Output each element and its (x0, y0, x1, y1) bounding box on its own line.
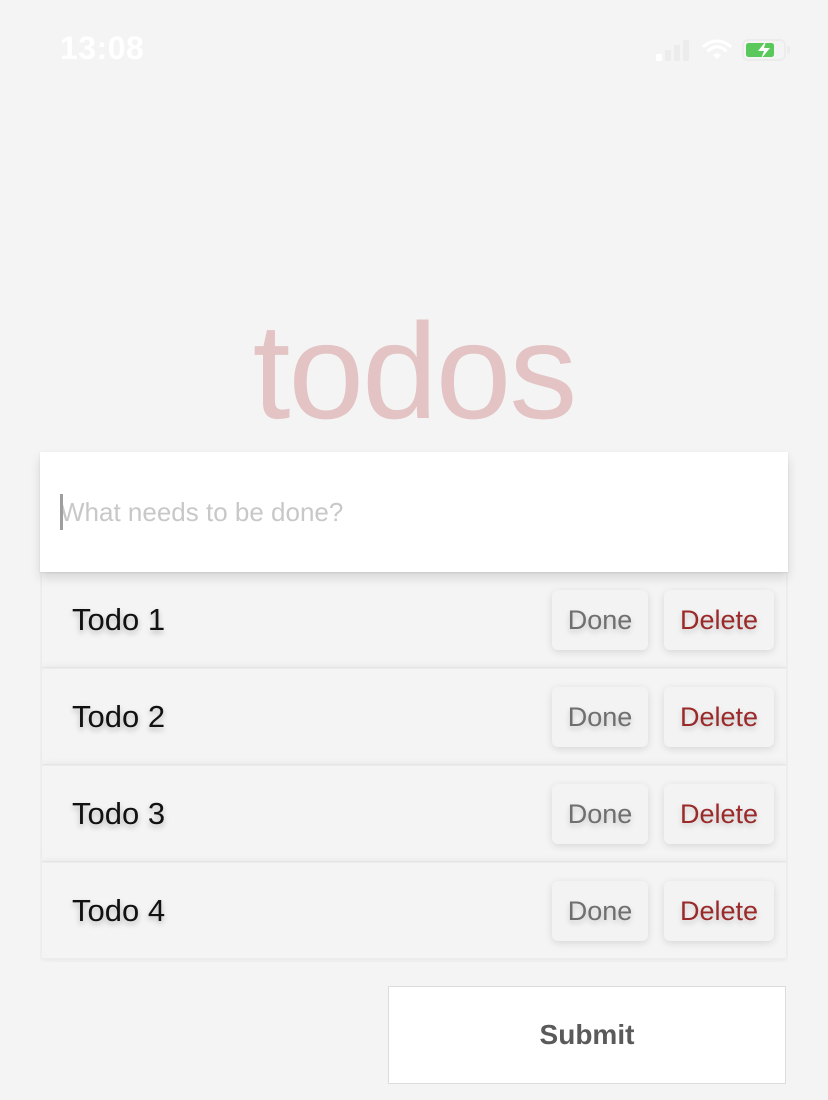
status-icons (656, 36, 792, 64)
todo-item: Todo 2 Done Delete (42, 668, 786, 765)
delete-button[interactable]: Delete (664, 590, 774, 650)
todo-label: Todo 2 (72, 699, 166, 734)
app-title: todos (252, 295, 578, 447)
status-time: 13:08 (60, 30, 145, 66)
todo-item: Todo 1 Done Delete (42, 572, 786, 668)
todo-list: Todo 1 Done Delete Todo 2 Done Delete To… (40, 572, 788, 962)
done-button[interactable]: Done (552, 590, 648, 650)
submit-button[interactable]: Submit (388, 986, 786, 1084)
done-button[interactable]: Done (552, 687, 648, 747)
text-caret (60, 494, 63, 530)
done-button[interactable]: Done (552, 881, 648, 941)
battery-charging-icon (742, 37, 792, 63)
todo-item: Todo 4 Done Delete (42, 862, 786, 959)
delete-button[interactable]: Delete (664, 881, 774, 941)
delete-button[interactable]: Delete (664, 687, 774, 747)
done-button[interactable]: Done (552, 784, 648, 844)
cellular-signal-icon (656, 39, 692, 61)
new-todo-container (40, 452, 788, 572)
todo-label: Todo 4 (72, 893, 166, 928)
todo-item: Todo 3 Done Delete (42, 765, 786, 862)
new-todo-input[interactable] (60, 452, 760, 572)
wifi-icon (702, 39, 732, 61)
delete-button[interactable]: Delete (664, 784, 774, 844)
status-bar: 13:08 (0, 0, 828, 100)
todo-label: Todo 1 (72, 602, 166, 637)
todo-label: Todo 3 (72, 796, 166, 831)
